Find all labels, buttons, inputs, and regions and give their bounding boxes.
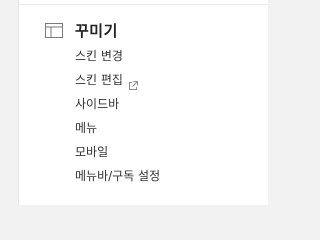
menu-item-menu[interactable]: 메뉴 <box>75 116 160 140</box>
menu-item-sidebar[interactable]: 사이드바 <box>75 92 160 116</box>
external-link-icon <box>128 75 138 90</box>
menu-item-menubar-subscribe-settings[interactable]: 메뉴바/구독 설정 <box>75 164 160 188</box>
layout-icon <box>45 22 63 38</box>
top-divider <box>19 0 268 5</box>
section-title: 꾸미기 <box>75 21 118 40</box>
menu-item-label: 메뉴바/구독 설정 <box>75 169 161 183</box>
sidebar-panel: 꾸미기 스킨 변경 스킨 편집 사이드바 메뉴 모바일 메뉴바/구독 설정 <box>18 0 268 205</box>
menu-item-skin-change[interactable]: 스킨 변경 <box>75 44 160 68</box>
menu-item-label: 스킨 편집 <box>75 73 123 87</box>
menu-item-skin-edit[interactable]: 스킨 편집 <box>75 68 160 92</box>
menu-item-label: 모바일 <box>75 145 109 159</box>
customize-menu: 스킨 변경 스킨 편집 사이드바 메뉴 모바일 메뉴바/구독 설정 <box>75 44 160 188</box>
menu-item-mobile[interactable]: 모바일 <box>75 140 160 164</box>
menu-item-label: 스킨 변경 <box>75 49 123 63</box>
section-header-customize: 꾸미기 <box>45 19 118 41</box>
menu-item-label: 사이드바 <box>75 97 120 111</box>
menu-item-label: 메뉴 <box>75 121 98 135</box>
